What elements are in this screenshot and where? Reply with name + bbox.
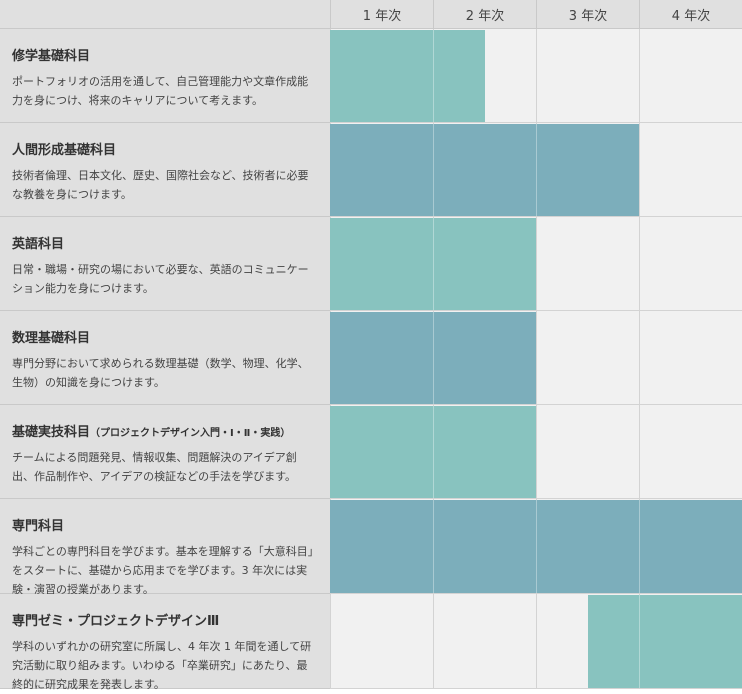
course-title: 専門ゼミ・プロジェクトデザインⅢ xyxy=(12,610,318,629)
header-year-1: 1 年次 xyxy=(330,0,433,29)
year-cell xyxy=(536,123,639,217)
course-description: 専門分野において求められる数理基礎（数学、物理、化学、生物）の知識を身につけます… xyxy=(12,354,318,392)
year-cell xyxy=(536,29,639,123)
year-cell xyxy=(330,594,433,689)
year-cell xyxy=(330,499,433,594)
year-cell xyxy=(639,594,742,689)
year-cell xyxy=(639,405,742,499)
year-cell xyxy=(433,123,536,217)
course-description: 学科のいずれかの研究室に所属し、4 年次 1 年間を通して研究活動に取り組みます… xyxy=(12,637,318,694)
year-cell xyxy=(536,405,639,499)
header-year-4: 4 年次 xyxy=(639,0,742,29)
course-title: 基礎実技科目（プロジェクトデザイン入門・Ⅰ・Ⅱ・実践） xyxy=(12,421,318,440)
year-cell xyxy=(330,29,433,123)
year-cell xyxy=(330,123,433,217)
header-year-2: 2 年次 xyxy=(433,0,536,29)
year-cell xyxy=(433,217,536,311)
course-label: 専門科目 学科ごとの専門科目を学びます。基本を理解する「大意科目」をスタートに、… xyxy=(0,499,330,594)
course-title: 専門科目 xyxy=(12,515,318,534)
year-cell xyxy=(639,311,742,405)
year-cell xyxy=(639,123,742,217)
year-cell xyxy=(536,594,639,689)
year-cell xyxy=(330,311,433,405)
year-cell xyxy=(536,311,639,405)
year-cell xyxy=(330,405,433,499)
year-cell xyxy=(433,311,536,405)
year-cell xyxy=(639,217,742,311)
course-title: 数理基礎科目 xyxy=(12,327,318,346)
course-title: 修学基礎科目 xyxy=(12,45,318,64)
course-description: 日常・職場・研究の場において必要な、英語のコミュニケーション能力を身につけます。 xyxy=(12,260,318,298)
year-cell xyxy=(433,499,536,594)
year-cell xyxy=(536,217,639,311)
year-cell xyxy=(639,29,742,123)
course-description: チームによる問題発見、情報収集、問題解決のアイデア創出、作品制作や、アイデアの検… xyxy=(12,448,318,486)
header-corner xyxy=(0,0,330,29)
course-title: 人間形成基礎科目 xyxy=(12,139,318,158)
year-cell xyxy=(433,29,536,123)
header-year-3: 3 年次 xyxy=(536,0,639,29)
course-description: 技術者倫理、日本文化、歴史、国際社会など、技術者に必要な教養を身につけます。 xyxy=(12,166,318,204)
course-label: 修学基礎科目 ポートフォリオの活用を通して、自己管理能力や文章作成能力を身につけ… xyxy=(0,29,330,123)
year-cell xyxy=(433,594,536,689)
curriculum-table: 1 年次 2 年次 3 年次 4 年次 修学基礎科目 ポートフォリオの活用を通し… xyxy=(0,0,742,690)
course-description: ポートフォリオの活用を通して、自己管理能力や文章作成能力を身につけ、将来のキャリ… xyxy=(12,72,318,110)
course-label: 専門ゼミ・プロジェクトデザインⅢ 学科のいずれかの研究室に所属し、4 年次 1 … xyxy=(0,594,330,689)
year-cell xyxy=(330,217,433,311)
year-cell xyxy=(433,405,536,499)
course-label: 人間形成基礎科目 技術者倫理、日本文化、歴史、国際社会など、技術者に必要な教養を… xyxy=(0,123,330,217)
year-cell xyxy=(639,499,742,594)
course-label: 数理基礎科目 専門分野において求められる数理基礎（数学、物理、化学、生物）の知識… xyxy=(0,311,330,405)
course-label: 基礎実技科目（プロジェクトデザイン入門・Ⅰ・Ⅱ・実践） チームによる問題発見、情… xyxy=(0,405,330,499)
course-label: 英語科目 日常・職場・研究の場において必要な、英語のコミュニケーション能力を身に… xyxy=(0,217,330,311)
course-description: 学科ごとの専門科目を学びます。基本を理解する「大意科目」をスタートに、基礎から応… xyxy=(12,542,318,599)
course-title: 英語科目 xyxy=(12,233,318,252)
year-cell xyxy=(536,499,639,594)
